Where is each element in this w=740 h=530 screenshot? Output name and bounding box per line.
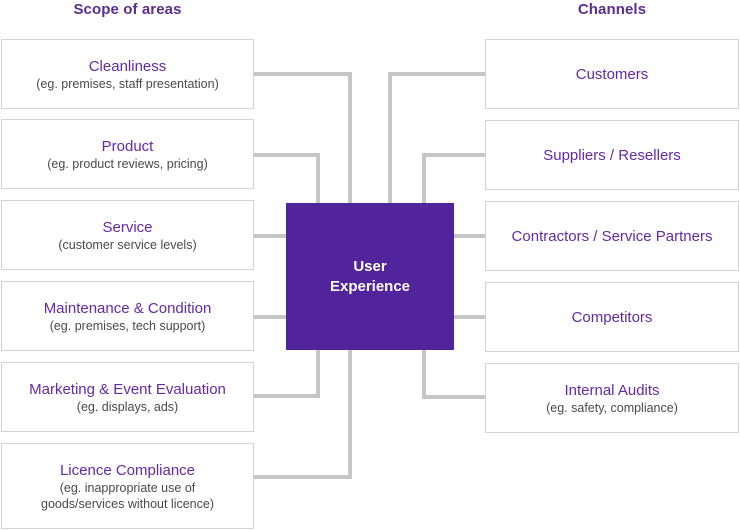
scope-box-subtitle: (eg. premises, tech support) [49, 318, 206, 333]
connector-left-2 [254, 153, 320, 203]
center-node-user-experience[interactable]: User Experience [286, 203, 454, 350]
column-heading-channels: Channels [577, 1, 647, 18]
scope-box-subtitle: (customer service levels) [58, 237, 197, 252]
channel-box-title: Customers [575, 65, 649, 83]
connector-right-5 [422, 350, 485, 399]
scope-box-subtitle: (eg. premises, staff presentation) [36, 76, 219, 91]
connector-left-1 [254, 72, 352, 203]
scope-box-marketing-and-event-evaluation[interactable]: Marketing & Event Evaluation (eg. displa… [1, 362, 254, 432]
channel-box-competitors[interactable]: Competitors [485, 282, 739, 352]
diagram-canvas: Scope of areas Channels Cleanliness (eg.… [0, 0, 740, 530]
connector-left-5 [254, 350, 320, 398]
connector-right-2 [422, 153, 485, 203]
channel-box-title: Internal Audits [564, 381, 660, 399]
scope-box-subtitle: (eg. displays, ads) [76, 399, 179, 414]
scope-box-title: Marketing & Event Evaluation [29, 380, 226, 398]
scope-box-licence-compliance[interactable]: Licence Compliance (eg. inappropriate us… [1, 443, 254, 529]
channel-box-title: Contractors / Service Partners [511, 227, 713, 245]
connector-right-1 [388, 72, 485, 203]
scope-box-subtitle: (eg. inappropriate use of goods/services… [41, 480, 214, 511]
channel-box-suppliers-resellers[interactable]: Suppliers / Resellers [485, 120, 739, 190]
scope-box-title: Cleanliness [88, 57, 167, 75]
column-heading-scope-of-areas: Scope of areas [73, 1, 182, 18]
scope-box-title: Product [101, 137, 154, 155]
channel-box-customers[interactable]: Customers [485, 39, 739, 109]
channel-box-internal-audits[interactable]: Internal Audits (eg. safety, compliance) [485, 363, 739, 433]
channel-box-contractors-service-partners[interactable]: Contractors / Service Partners [485, 201, 739, 271]
scope-box-cleanliness[interactable]: Cleanliness (eg. premises, staff present… [1, 39, 254, 109]
scope-box-product[interactable]: Product (eg. product reviews, pricing) [1, 119, 254, 189]
scope-box-subtitle: (eg. product reviews, pricing) [47, 156, 208, 171]
scope-box-title: Maintenance & Condition [43, 299, 212, 317]
scope-box-service[interactable]: Service (customer service levels) [1, 200, 254, 270]
channel-box-title: Suppliers / Resellers [543, 146, 681, 164]
channel-box-title: Competitors [571, 308, 653, 326]
center-node-label: User Experience [329, 257, 411, 295]
scope-box-title: Licence Compliance [59, 461, 196, 479]
channel-box-subtitle: (eg. safety, compliance) [546, 400, 678, 415]
scope-box-maintenance-and-condition[interactable]: Maintenance & Condition (eg. premises, t… [1, 281, 254, 351]
scope-box-title: Service [102, 218, 153, 236]
connector-left-6 [254, 350, 352, 479]
